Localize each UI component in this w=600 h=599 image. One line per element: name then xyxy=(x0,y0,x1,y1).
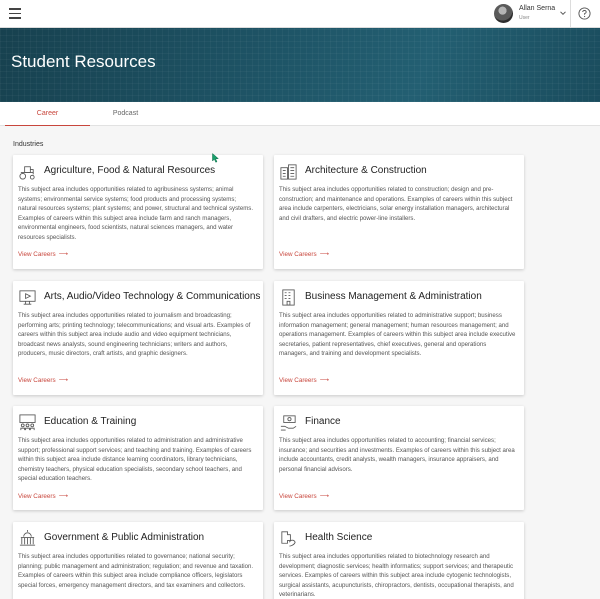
industry-card: Government & Public Administration This … xyxy=(13,522,263,599)
top-bar: Allan Serna User xyxy=(0,0,600,28)
view-careers-label: View Careers xyxy=(18,377,56,384)
arrow-right-icon: ⟶ xyxy=(319,493,329,500)
card-title: Arts, Audio/Video Technology & Communica… xyxy=(44,291,261,302)
view-careers-link[interactable]: View Careers ⟶ xyxy=(18,251,68,258)
card-description: This subject area includes opportunities… xyxy=(279,312,516,357)
industry-card: Arts, Audio/Video Technology & Communica… xyxy=(13,281,263,395)
hero-banner: Student Resources xyxy=(0,28,600,102)
card-description: This subject area includes opportunities… xyxy=(18,437,252,482)
chevron-down-icon[interactable] xyxy=(559,9,567,17)
view-careers-link[interactable]: View Careers ⟶ xyxy=(279,251,329,258)
arrow-right-icon: ⟶ xyxy=(58,377,68,384)
card-title: Finance xyxy=(305,416,341,427)
view-careers-label: View Careers xyxy=(279,251,317,258)
view-careers-label: View Careers xyxy=(18,493,56,500)
card-description: This subject area includes opportunities… xyxy=(18,312,251,357)
monitor-icon xyxy=(19,290,36,305)
view-careers-label: View Careers xyxy=(18,251,56,258)
industry-card: Health Science This subject area include… xyxy=(274,522,524,599)
buildings-icon xyxy=(280,164,297,180)
card-title: Government & Public Administration xyxy=(44,532,205,543)
header-divider xyxy=(570,0,571,28)
industry-card: Architecture & Construction This subject… xyxy=(274,155,524,269)
user-role: User xyxy=(519,15,530,21)
card-title: Architecture & Construction xyxy=(305,165,427,176)
card-description: This subject area includes opportunities… xyxy=(18,186,254,241)
card-description: This subject area includes opportunities… xyxy=(279,437,515,473)
classroom-icon xyxy=(19,414,36,431)
tab-career[interactable]: Career xyxy=(5,102,90,126)
user-name: Allan Serna xyxy=(519,5,556,12)
money-hand-icon xyxy=(280,415,297,431)
card-description: This subject area includes opportunities… xyxy=(279,553,514,598)
industry-card: Business Management & Administration Thi… xyxy=(274,281,524,395)
industry-card: Education & Training This subject area i… xyxy=(13,406,263,510)
mouse-cursor-icon xyxy=(212,153,219,163)
arrow-right-icon: ⟶ xyxy=(319,377,329,384)
view-careers-link[interactable]: View Careers ⟶ xyxy=(279,377,329,384)
card-description: This subject area includes opportunities… xyxy=(18,553,254,589)
arrow-right-icon: ⟶ xyxy=(58,493,68,500)
capitol-icon xyxy=(19,529,36,546)
section-label: Industries xyxy=(13,141,44,148)
card-title: Education & Training xyxy=(44,416,137,427)
arrow-right-icon: ⟶ xyxy=(58,251,68,258)
menu-icon[interactable] xyxy=(9,8,21,19)
view-careers-label: View Careers xyxy=(279,377,317,384)
tab-podcast[interactable]: Podcast xyxy=(83,102,168,126)
view-careers-link[interactable]: View Careers ⟶ xyxy=(18,493,68,500)
industry-card: Finance This subject area includes oppor… xyxy=(274,406,524,510)
card-description: This subject area includes opportunities… xyxy=(279,186,513,222)
view-careers-link[interactable]: View Careers ⟶ xyxy=(279,493,329,500)
card-title: Business Management & Administration xyxy=(305,291,482,302)
office-building-icon xyxy=(282,289,295,306)
user-menu[interactable]: Allan Serna User xyxy=(487,0,567,28)
tractor-icon xyxy=(19,166,35,180)
page-title: Student Resources xyxy=(11,52,156,71)
industry-card: Agriculture, Food & Natural Resources Th… xyxy=(13,155,263,269)
help-icon[interactable] xyxy=(578,7,591,20)
view-careers-link[interactable]: View Careers ⟶ xyxy=(18,377,68,384)
tabs-bar: Career Podcast xyxy=(0,102,600,126)
arrow-right-icon: ⟶ xyxy=(319,251,329,258)
card-title: Agriculture, Food & Natural Resources xyxy=(44,165,216,176)
view-careers-label: View Careers xyxy=(279,493,317,500)
avatar[interactable] xyxy=(494,4,513,23)
health-icon xyxy=(281,531,296,547)
card-title: Health Science xyxy=(305,532,373,543)
